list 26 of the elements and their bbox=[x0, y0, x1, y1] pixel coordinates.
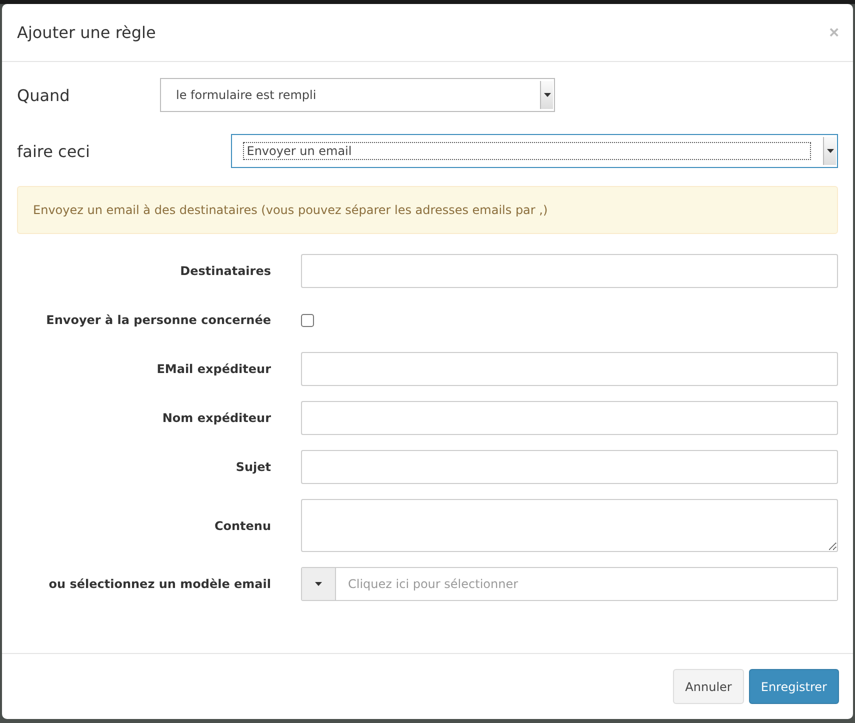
text-field[interactable] bbox=[301, 254, 838, 288]
caret-icon bbox=[544, 93, 550, 97]
text-field[interactable] bbox=[301, 352, 838, 386]
text-field[interactable] bbox=[301, 450, 838, 484]
field-label: ou sélectionnez un modèle email bbox=[48, 577, 272, 591]
caret-icon bbox=[315, 582, 322, 586]
field-label: Envoyer à la personne concernée bbox=[45, 313, 272, 327]
field-label: Contenu bbox=[213, 518, 272, 532]
dropdown-button[interactable] bbox=[302, 568, 336, 600]
text-area[interactable] bbox=[301, 499, 838, 552]
cancel-button[interactable]: Annuler bbox=[673, 669, 744, 704]
field-label: Nom expéditeur bbox=[161, 411, 272, 425]
caret-icon bbox=[826, 149, 834, 153]
field-label: Destinataires bbox=[179, 264, 272, 278]
field-label: EMail expéditeur bbox=[156, 362, 272, 376]
save-button[interactable]: Enregistrer bbox=[748, 669, 839, 704]
template-select[interactable]: Cliquez ici pour sélectionner bbox=[301, 567, 838, 601]
field-label: Quand bbox=[17, 86, 71, 104]
field-label: Sujet bbox=[234, 460, 272, 474]
field-label: faire ceci bbox=[17, 142, 91, 160]
info-alert: Envoyez un email à des destinataires (vous pouvez séparer les adresses emails par ,) bbox=[17, 186, 838, 234]
text-field[interactable] bbox=[301, 401, 838, 435]
dropdown-field[interactable]: Envoyer un email bbox=[230, 134, 838, 168]
dropdown-field[interactable]: le formulaire est rempli bbox=[160, 78, 555, 112]
checkbox[interactable] bbox=[301, 314, 314, 326]
dialog-title: Ajouter une règle bbox=[17, 23, 156, 42]
